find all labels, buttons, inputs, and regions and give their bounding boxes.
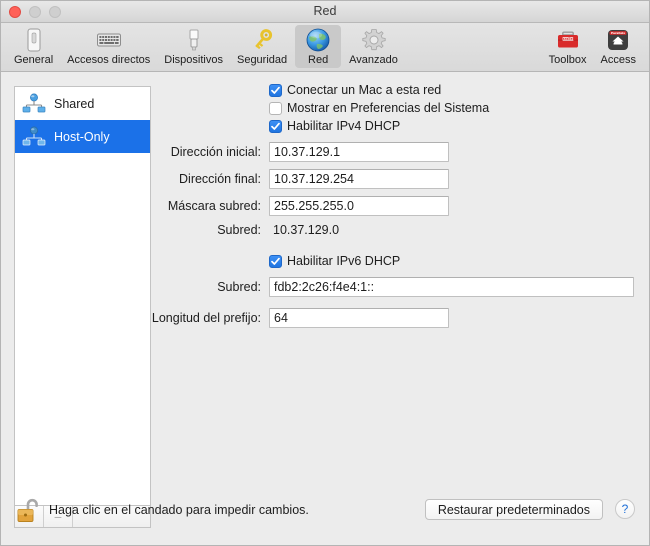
network-icon bbox=[22, 93, 46, 115]
prefix-length-input[interactable] bbox=[269, 308, 449, 328]
subnet-v4-label: Subred: bbox=[217, 223, 261, 237]
subnet-v6-row: Subred: bbox=[151, 277, 634, 297]
toolbar-item-access[interactable]: Parallels Access bbox=[595, 25, 642, 68]
toolbox-icon: Parallels bbox=[555, 27, 581, 53]
key-icon bbox=[249, 27, 275, 53]
connect-mac-checkbox[interactable] bbox=[269, 83, 282, 97]
subnet-v6-label: Subred: bbox=[217, 280, 261, 294]
preferences-window: Red General Accesos directos Dispositivo… bbox=[0, 0, 650, 546]
enable-ipv4-dhcp-checkbox[interactable] bbox=[269, 119, 282, 133]
subnet-v4-row: Subred: 10.37.129.0 bbox=[151, 223, 339, 237]
window-title: Red bbox=[313, 4, 337, 18]
start-address-label: Dirección inicial: bbox=[170, 145, 261, 159]
enable-ipv6-dhcp-checkbox-row[interactable]: Habilitar IPv6 DHCP bbox=[269, 254, 400, 268]
svg-text:Parallels: Parallels bbox=[560, 37, 575, 41]
start-address-row: Dirección inicial: bbox=[151, 142, 449, 162]
network-list[interactable]: Shared Host-Only bbox=[14, 86, 151, 506]
sidebar-item-shared[interactable]: Shared bbox=[15, 87, 150, 120]
lock-hint-text: Haga clic en el candado para impedir cam… bbox=[49, 503, 309, 517]
toolbar-item-label: Avanzado bbox=[349, 54, 398, 66]
restore-defaults-button[interactable]: Restaurar predeterminados bbox=[424, 499, 603, 520]
toolbar: General Accesos directos Dispositivos Se… bbox=[1, 23, 649, 72]
show-in-prefs-checkbox-row[interactable]: Mostrar en Preferencias del Sistema bbox=[269, 101, 489, 115]
start-address-input[interactable] bbox=[269, 142, 449, 162]
subnet-v6-input[interactable] bbox=[269, 277, 634, 297]
toolbar-item-label: Red bbox=[308, 54, 329, 66]
toolbar-item-security[interactable]: Seguridad bbox=[231, 25, 293, 68]
toolbar-item-label: General bbox=[14, 54, 54, 66]
enable-ipv4-dhcp-checkbox-row[interactable]: Habilitar IPv4 DHCP bbox=[269, 119, 400, 133]
toolbar-item-shortcuts[interactable]: Accesos directos bbox=[61, 25, 156, 68]
toolbar-item-network[interactable]: Red bbox=[295, 25, 342, 68]
bottom-bar: Haga clic en el candado para impedir cam… bbox=[1, 488, 649, 545]
unlocked-padlock-icon[interactable] bbox=[15, 496, 43, 526]
toolbar-item-label: Toolbox bbox=[548, 54, 587, 66]
usb-device-icon bbox=[181, 27, 207, 53]
connect-mac-label: Conectar un Mac a esta red bbox=[287, 83, 442, 97]
network-icon bbox=[22, 126, 46, 148]
end-address-input[interactable] bbox=[269, 169, 449, 189]
prefix-length-label: Longitud del prefijo: bbox=[151, 311, 261, 325]
toolbar-item-label: Accesos directos bbox=[67, 54, 151, 66]
show-in-prefs-label: Mostrar en Preferencias del Sistema bbox=[287, 101, 490, 115]
enable-ipv6-dhcp-checkbox[interactable] bbox=[269, 254, 282, 268]
enable-ipv4-dhcp-label: Habilitar IPv4 DHCP bbox=[287, 119, 401, 133]
toolbar-item-devices[interactable]: Dispositivos bbox=[158, 25, 229, 68]
content-area: Shared Host-Only + − bbox=[1, 72, 649, 545]
subnet-mask-label: Máscara subred: bbox=[167, 199, 261, 213]
sidebar-item-host-only[interactable]: Host-Only bbox=[15, 120, 150, 153]
general-icon bbox=[21, 27, 47, 53]
prefix-length-row: Longitud del prefijo: bbox=[151, 308, 449, 328]
title-bar: Red bbox=[1, 1, 649, 23]
toolbar-item-label: Dispositivos bbox=[164, 54, 223, 66]
end-address-label: Dirección final: bbox=[179, 172, 261, 186]
sidebar-item-label: Shared bbox=[54, 96, 95, 111]
globe-icon bbox=[305, 27, 331, 53]
toolbar-item-label: Seguridad bbox=[236, 54, 288, 66]
subnet-mask-row: Máscara subred: bbox=[151, 196, 449, 216]
toolbar-item-general[interactable]: General bbox=[8, 25, 59, 68]
sidebar-item-label: Host-Only bbox=[54, 129, 110, 144]
settings-pane: Conectar un Mac a esta red Mostrar en Pr… bbox=[151, 72, 649, 545]
toolbar-item-toolbox[interactable]: Parallels Toolbox bbox=[543, 25, 593, 68]
toolbar-item-label: Access bbox=[600, 54, 636, 66]
subnet-v4-value: 10.37.129.0 bbox=[273, 223, 340, 237]
toolbar-item-advanced[interactable]: Avanzado bbox=[343, 25, 404, 68]
gear-icon bbox=[361, 27, 387, 53]
subnet-mask-input[interactable] bbox=[269, 196, 449, 216]
keyboard-icon bbox=[96, 27, 122, 53]
show-in-prefs-checkbox[interactable] bbox=[269, 101, 282, 115]
connect-mac-checkbox-row[interactable]: Conectar un Mac a esta red bbox=[269, 83, 441, 97]
end-address-row: Dirección final: bbox=[151, 169, 449, 189]
enable-ipv6-dhcp-label: Habilitar IPv6 DHCP bbox=[287, 254, 401, 268]
access-icon: Parallels bbox=[605, 27, 631, 53]
help-button[interactable]: ? bbox=[615, 499, 635, 519]
svg-text:Parallels: Parallels bbox=[611, 31, 625, 35]
